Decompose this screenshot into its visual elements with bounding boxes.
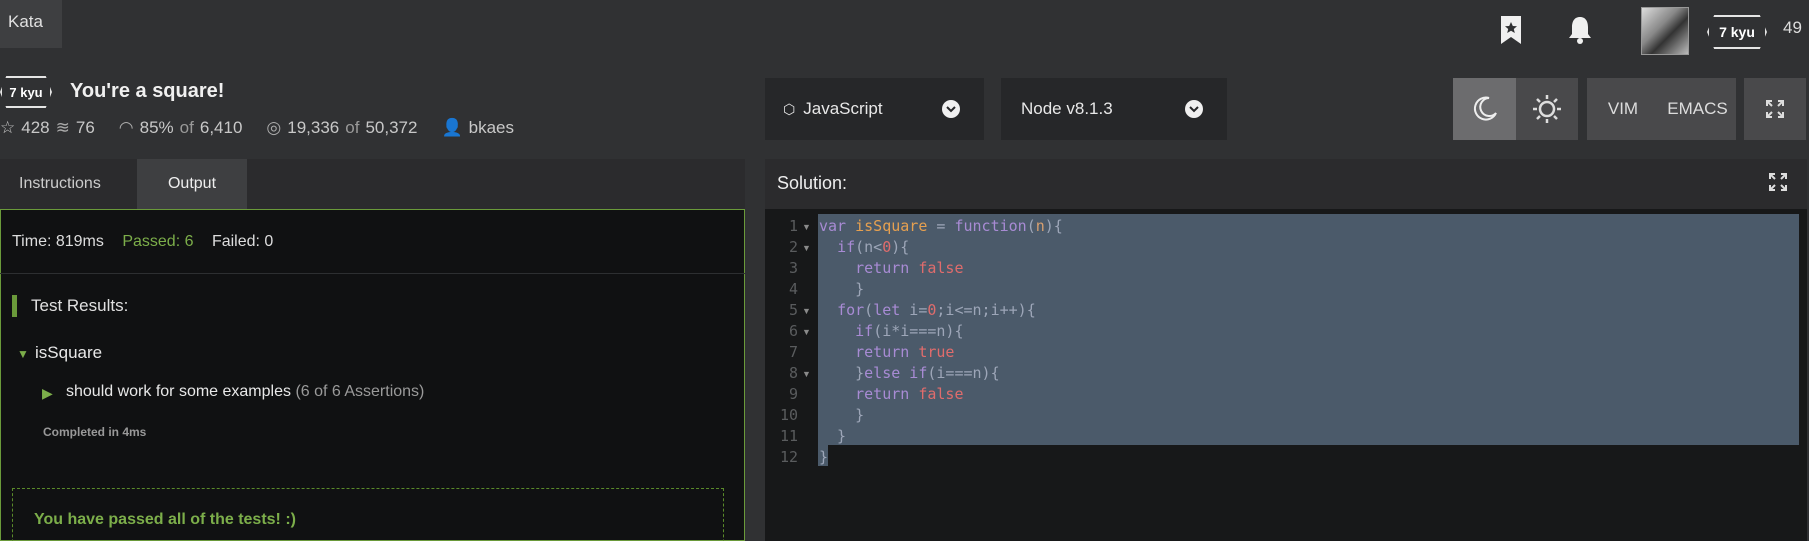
line-number: 12: [779, 448, 798, 466]
it-label: should work for some examples: [66, 383, 291, 400]
fold-toggle-icon[interactable]: ▼: [802, 306, 811, 316]
code-line: }: [819, 406, 865, 424]
moon-icon: [1473, 96, 1497, 121]
collections-count: 76: [75, 118, 95, 137]
satisfaction: 85%: [139, 118, 174, 137]
author-link[interactable]: bkaes: [469, 118, 514, 138]
fullscreen-icon[interactable]: [1768, 172, 1788, 192]
of-label: of: [179, 118, 194, 137]
kata-rank-badge: 7 kyu: [0, 76, 52, 108]
pass-message: You have passed all of the tests! :): [34, 511, 296, 528]
rank-badge: 7 kyu: [1707, 15, 1767, 49]
chevron-down-icon: [1185, 100, 1203, 118]
solution-header: [765, 159, 1807, 209]
fold-toggle-icon[interactable]: ▼: [802, 327, 811, 337]
code-line: if(i*i===n){: [855, 322, 964, 340]
test-status-line: Time: 819ms Passed: 6 Failed: 0: [12, 233, 273, 251]
it-block-title[interactable]: should work for some examples (6 of 6 As…: [66, 383, 424, 401]
tab-output[interactable]: Output: [137, 159, 247, 209]
line-number: 5: [788, 301, 798, 319]
code-line: var isSquare = function(n){: [819, 217, 1063, 235]
code-line: }: [819, 427, 847, 445]
divider: [0, 273, 745, 274]
tab-instructions[interactable]: Instructions: [0, 159, 137, 209]
text-selection: [818, 214, 1799, 445]
attempts-count: 50,372: [365, 118, 418, 137]
test-results-marker: [12, 295, 17, 317]
fullscreen-button[interactable]: [1744, 78, 1806, 140]
line-number: 6: [788, 322, 798, 340]
vim-mode-button[interactable]: VIM: [1587, 78, 1659, 140]
eye-icon: ◠: [118, 118, 134, 137]
of-label: of: [345, 118, 360, 137]
dark-theme-button[interactable]: [1453, 78, 1516, 140]
line-number: 10: [779, 406, 798, 424]
failed-label: Failed: 0: [211, 233, 274, 250]
emacs-mode-button[interactable]: EMACS: [1659, 78, 1736, 140]
describe-block-title[interactable]: isSquare: [35, 343, 102, 363]
version-select[interactable]: Node v8.1.3: [1001, 78, 1227, 140]
completed-time: Completed in 4ms: [43, 425, 147, 439]
bell-icon[interactable]: [1560, 10, 1600, 50]
code-line: }else if(i===n){: [819, 364, 1000, 382]
fold-toggle-icon[interactable]: ▼: [802, 243, 811, 253]
votes-count: 6,410: [199, 118, 243, 137]
code-line: }: [819, 280, 865, 298]
time-label: Time: 819ms: [12, 233, 104, 250]
code-line: for(let i=0;i<=n;i++){: [837, 301, 1036, 319]
kata-stats: ☆ 428 ≋ 76 ◠ 85% of 6,410 ◎ 19,336 of 50…: [0, 118, 514, 138]
expand-arrow-icon[interactable]: ▶: [42, 385, 53, 402]
code-line: return true: [855, 343, 955, 361]
honor-count: 49: [1783, 18, 1802, 37]
avatar[interactable]: [1641, 7, 1689, 55]
fullscreen-icon: [1766, 100, 1784, 118]
line-number: 9: [788, 385, 798, 403]
user-icon: 👤: [441, 118, 463, 137]
sun-icon: [1533, 95, 1561, 123]
line-number: 4: [788, 280, 798, 298]
code-line: return false: [855, 259, 964, 277]
code-line: if(n<0){: [837, 238, 910, 256]
language-value: JavaScript: [803, 99, 883, 118]
stars-count: 428: [21, 118, 50, 137]
version-value: Node v8.1.3: [1021, 99, 1113, 118]
star-icon: ☆: [0, 118, 16, 137]
bookmark-icon[interactable]: [1491, 10, 1531, 50]
test-results-heading: Test Results:: [31, 296, 129, 315]
collapse-arrow-icon[interactable]: ▼: [17, 347, 29, 361]
assertions-count: (6 of 6 Assertions): [295, 383, 425, 400]
line-number: 2: [788, 238, 798, 256]
kata-title: You're a square!: [70, 80, 225, 102]
kata-nav-tab[interactable]: Kata: [0, 0, 62, 48]
light-theme-button[interactable]: [1516, 78, 1578, 140]
line-number: 1: [788, 217, 798, 235]
line-number: 3: [788, 259, 798, 277]
code-line: return false: [855, 385, 964, 403]
completed-count: 19,336: [287, 118, 340, 137]
fold-toggle-icon[interactable]: ▼: [802, 369, 811, 379]
chevron-down-icon: [942, 100, 960, 118]
collections-icon: ≋: [55, 118, 70, 137]
passed-label: Passed: 6: [122, 233, 194, 250]
line-number: 11: [779, 427, 798, 445]
line-number: 8: [788, 364, 798, 382]
line-number: 7: [788, 343, 798, 361]
solution-title: Solution:: [777, 173, 848, 193]
language-icon: ⬡: [783, 100, 796, 117]
target-icon: ◎: [266, 118, 282, 137]
language-select[interactable]: ⬡ JavaScript: [765, 78, 984, 140]
code-line: }: [819, 448, 829, 466]
left-panel-tabs: Instructions Output: [0, 159, 745, 209]
fold-toggle-icon[interactable]: ▼: [802, 222, 811, 232]
